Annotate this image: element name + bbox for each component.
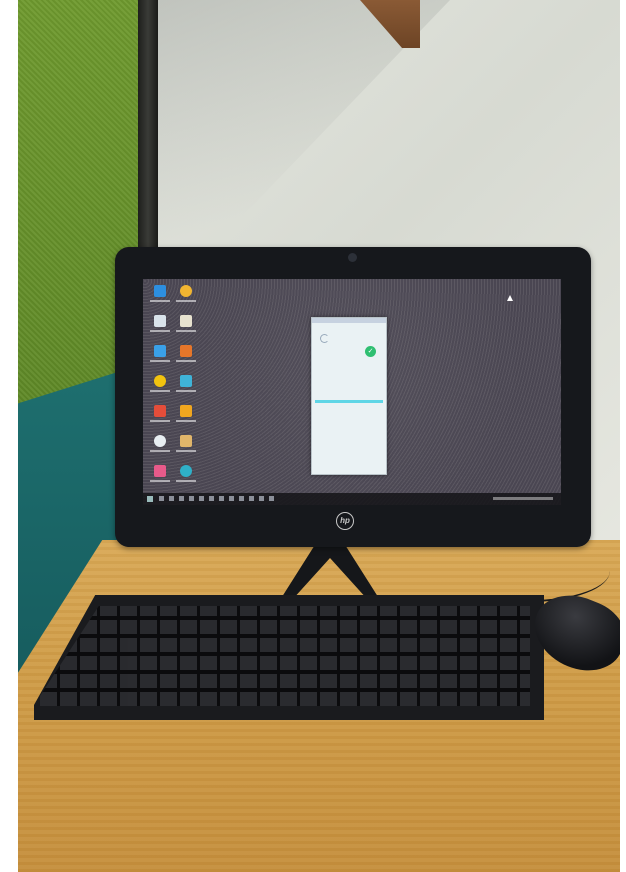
desktop-icon[interactable]: [175, 315, 197, 341]
progress-fill: [315, 400, 383, 403]
all-in-one-monitor: ✓ hp: [115, 247, 591, 547]
taskbar-item[interactable]: [219, 496, 224, 501]
start-button[interactable]: [147, 496, 153, 502]
desktop-icon[interactable]: [175, 465, 197, 491]
taskbar-item[interactable]: [239, 496, 244, 501]
taskbar: [143, 493, 561, 505]
desktop-icon[interactable]: [149, 435, 171, 461]
check-icon: ✓: [365, 346, 376, 357]
keyboard-keys: [40, 606, 530, 706]
webcam: [348, 253, 357, 262]
taskbar-item[interactable]: [179, 496, 184, 501]
screen: ✓: [143, 279, 561, 505]
loading-spinner-icon: [320, 334, 329, 343]
desktop-icon[interactable]: [149, 375, 171, 401]
cable: [450, 540, 610, 602]
taskbar-item[interactable]: [159, 496, 164, 501]
desktop-icon[interactable]: [175, 435, 197, 461]
taskbar-item[interactable]: [249, 496, 254, 501]
taskbar-item[interactable]: [259, 496, 264, 501]
desktop-icon[interactable]: [149, 285, 171, 311]
desktop-icon[interactable]: [175, 285, 197, 311]
taskbar-item[interactable]: [189, 496, 194, 501]
popup-window[interactable]: ✓: [311, 317, 387, 475]
popup-title-bar[interactable]: [312, 318, 386, 323]
system-tray[interactable]: [493, 497, 553, 500]
progress-bar: [315, 400, 383, 403]
taskbar-item[interactable]: [199, 496, 204, 501]
desktop-icon[interactable]: [175, 405, 197, 431]
image-margin-left: [0, 0, 18, 872]
desktop-icon[interactable]: [175, 375, 197, 401]
desktop-icon[interactable]: [149, 315, 171, 341]
taskbar-item[interactable]: [169, 496, 174, 501]
taskbar-item[interactable]: [209, 496, 214, 501]
taskbar-item[interactable]: [229, 496, 234, 501]
desktop-icon[interactable]: [175, 345, 197, 371]
desktop-icon[interactable]: [149, 465, 171, 491]
desktop-icon[interactable]: [149, 345, 171, 371]
photo-scene: ✓ hp: [0, 0, 626, 872]
image-margin-right: [620, 0, 626, 872]
mouse-cursor-icon: [507, 295, 513, 301]
taskbar-item[interactable]: [269, 496, 274, 501]
hp-logo-icon: hp: [336, 512, 354, 530]
desktop-icon[interactable]: [149, 405, 171, 431]
